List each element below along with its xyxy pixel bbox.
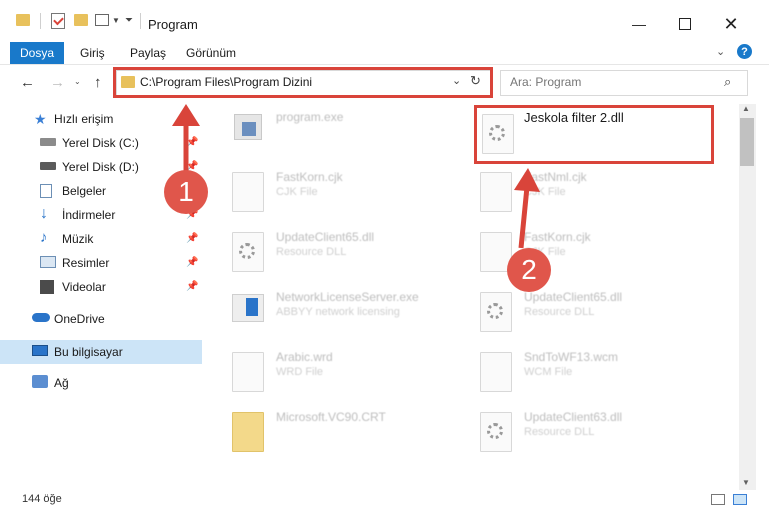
step-badge-1: 1: [164, 170, 208, 214]
step-badge-2: 2: [507, 248, 551, 292]
address-bar-highlight: [113, 67, 493, 98]
file-highlight: [474, 105, 714, 164]
